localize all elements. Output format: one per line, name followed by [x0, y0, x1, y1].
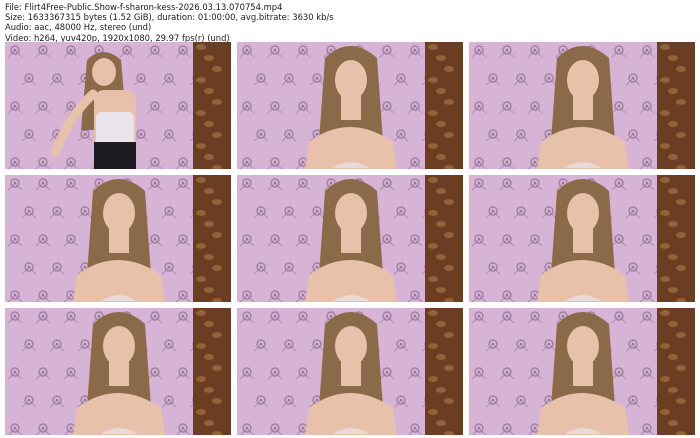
video-thumbnail: [237, 175, 463, 302]
thumbnail-image: [237, 42, 463, 169]
file-info: File: Flirt4Free-Public.Show-f-sharon-ke…: [5, 2, 334, 43]
thumbnail-image: [5, 175, 231, 302]
thumbnail-image: [469, 42, 695, 169]
video-thumbnail: [469, 175, 695, 302]
thumbnail-image: [469, 308, 695, 435]
thumbnail-image: [237, 308, 463, 435]
video-thumbnail: [237, 308, 463, 435]
video-thumbnail: [5, 308, 231, 435]
thumbnail-image: [5, 42, 231, 169]
video-thumbnail: [237, 42, 463, 169]
video-thumbnail: [5, 175, 231, 302]
thumbnail-grid: [5, 42, 695, 435]
thumbnail-image: [469, 175, 695, 302]
video-thumbnail: [469, 42, 695, 169]
video-thumbnail: [469, 308, 695, 435]
video-thumbnail: [5, 42, 231, 169]
file-size-duration: Size: 1633367315 bytes (1.52 GiB), durat…: [5, 12, 334, 23]
audio-info: Audio: aac, 48000 Hz, stereo (und): [5, 22, 152, 33]
file-name: File: Flirt4Free-Public.Show-f-sharon-ke…: [5, 2, 283, 12]
thumbnail-image: [5, 308, 231, 435]
thumbnail-image: [237, 175, 463, 302]
